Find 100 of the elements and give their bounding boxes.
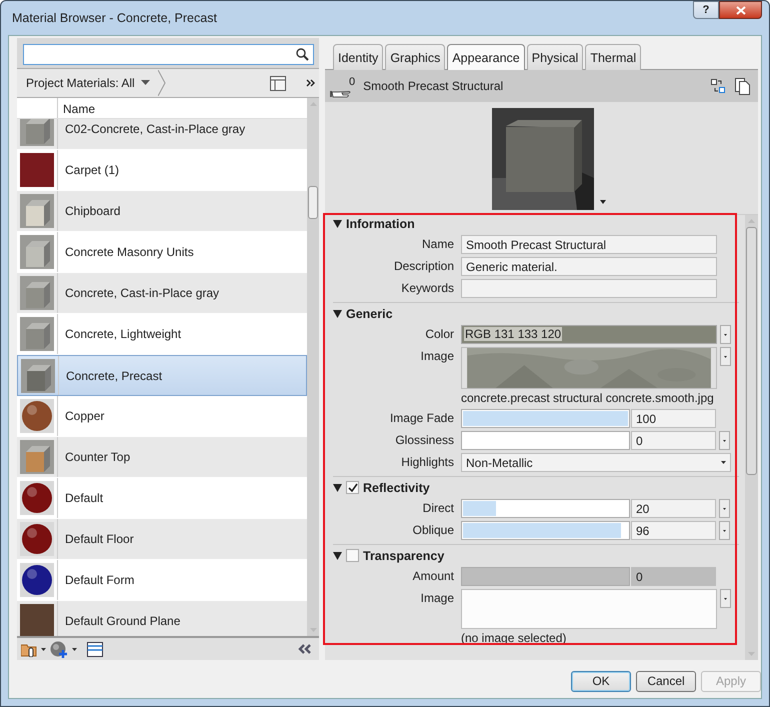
field-label: Image bbox=[420, 590, 455, 605]
caret-icon bbox=[723, 440, 726, 442]
material-row[interactable]: Concrete, Precast bbox=[17, 355, 307, 396]
sphere-icon bbox=[20, 522, 54, 556]
field-label: Image bbox=[420, 348, 455, 363]
caret-icon[interactable] bbox=[41, 648, 46, 650]
section-title[interactable]: Generic bbox=[346, 306, 393, 320]
slider[interactable] bbox=[461, 431, 630, 450]
field-label: Image Fade bbox=[388, 410, 455, 425]
sphere-add-icon[interactable] bbox=[50, 640, 68, 658]
sphere-icon bbox=[20, 399, 54, 433]
list-view-icon[interactable] bbox=[87, 642, 103, 656]
window-title: Material Browser - Concrete, Precast bbox=[12, 11, 218, 25]
section-title[interactable]: Transparency bbox=[363, 548, 444, 562]
field-label: Highlights bbox=[400, 454, 455, 469]
field-label: Direct bbox=[422, 500, 455, 515]
cube-icon bbox=[20, 440, 54, 474]
text-field[interactable]: Smooth Precast Structural bbox=[461, 235, 717, 254]
material-row[interactable]: Default Floor bbox=[17, 519, 307, 560]
expand-toggle-icon[interactable] bbox=[333, 310, 342, 318]
expand-toggle-icon[interactable] bbox=[333, 484, 342, 492]
section-title[interactable]: Information bbox=[346, 216, 415, 230]
swap-icon[interactable] bbox=[711, 79, 725, 93]
value-field[interactable]: 96 bbox=[631, 521, 716, 540]
value-field[interactable]: 20 bbox=[631, 499, 716, 518]
file-name: concrete.precast structural concrete.smooth.jpg bbox=[461, 391, 715, 405]
sphere-icon bbox=[20, 481, 54, 515]
field-label: Color bbox=[424, 326, 455, 341]
field-label: Description bbox=[392, 258, 455, 273]
scroll-thumb[interactable] bbox=[746, 227, 757, 475]
material-row[interactable]: Default Ground Plane bbox=[17, 601, 307, 636]
caret-icon bbox=[140, 80, 150, 86]
caret-icon bbox=[721, 461, 726, 464]
tab[interactable]: Appearance bbox=[447, 44, 525, 71]
expand-toggle-icon[interactable] bbox=[333, 220, 342, 228]
options-button[interactable] bbox=[720, 589, 731, 608]
options-button[interactable] bbox=[719, 431, 730, 450]
column-header[interactable]: Name bbox=[58, 98, 96, 118]
caret-icon bbox=[723, 508, 726, 510]
folder-icon[interactable] bbox=[21, 642, 37, 656]
slider[interactable] bbox=[461, 521, 630, 540]
checkbox[interactable] bbox=[346, 481, 359, 494]
slider[interactable] bbox=[461, 409, 630, 428]
cube-icon bbox=[20, 276, 54, 310]
usage-count: 0 bbox=[349, 76, 356, 88]
check-icon bbox=[348, 483, 358, 492]
material-row[interactable]: Chipboard bbox=[17, 191, 307, 232]
tab[interactable]: Thermal bbox=[585, 44, 642, 70]
cube-icon bbox=[20, 235, 54, 269]
cube-icon bbox=[20, 119, 54, 146]
expand-toggle-icon[interactable] bbox=[333, 552, 342, 560]
sphere-icon bbox=[20, 563, 54, 597]
checkbox[interactable] bbox=[346, 549, 359, 562]
caret-icon bbox=[724, 356, 727, 358]
cube-icon bbox=[21, 358, 55, 392]
search-field[interactable] bbox=[23, 44, 314, 65]
asset-name: Smooth Precast Structural bbox=[363, 79, 504, 93]
scroll-thumb[interactable] bbox=[308, 186, 318, 219]
section-title[interactable]: Reflectivity bbox=[363, 480, 430, 494]
tab[interactable]: Physical bbox=[526, 44, 584, 70]
panel-layout-icon[interactable] bbox=[270, 76, 286, 90]
material-row[interactable]: Concrete, Cast-in-Place gray bbox=[17, 273, 307, 314]
search-icon[interactable] bbox=[296, 48, 309, 61]
cube-icon bbox=[20, 194, 54, 228]
help-button[interactable]: ? bbox=[693, 1, 719, 19]
collapse-icon[interactable] bbox=[298, 644, 311, 654]
caret-icon bbox=[724, 334, 727, 336]
options-button[interactable] bbox=[719, 521, 730, 540]
tab[interactable]: Identity bbox=[333, 44, 384, 70]
image-slot[interactable] bbox=[461, 589, 717, 629]
scrollbar[interactable] bbox=[745, 215, 758, 660]
field-label: Keywords bbox=[400, 280, 455, 295]
field-label: Amount bbox=[412, 568, 455, 583]
slider[interactable] bbox=[461, 499, 630, 518]
swatch-icon bbox=[20, 153, 54, 187]
dialog-button[interactable]: OK bbox=[571, 670, 631, 692]
close-icon bbox=[736, 6, 746, 14]
tab[interactable]: Graphics bbox=[385, 44, 446, 70]
options-button[interactable] bbox=[720, 325, 731, 344]
cube-icon bbox=[20, 317, 54, 351]
copy-icon[interactable] bbox=[735, 78, 750, 94]
file-name: (no image selected) bbox=[461, 631, 568, 645]
text-field[interactable]: Generic material. bbox=[461, 257, 717, 276]
text-field[interactable] bbox=[461, 279, 717, 298]
options-button[interactable] bbox=[720, 347, 731, 366]
material-row[interactable]: Counter Top bbox=[17, 437, 307, 478]
color-field[interactable]: RGB 131 133 120 bbox=[461, 325, 717, 344]
dropdown[interactable]: Non-Metallic bbox=[461, 453, 731, 472]
caret-icon[interactable] bbox=[600, 200, 606, 204]
material-row[interactable]: C02-Concrete, Cast-in-Place gray bbox=[17, 119, 307, 150]
caret-icon[interactable] bbox=[72, 648, 77, 650]
scrollbar[interactable] bbox=[307, 98, 319, 636]
options-button[interactable] bbox=[719, 499, 730, 518]
value-field[interactable]: 0 bbox=[631, 431, 716, 450]
value-field[interactable]: 100 bbox=[631, 409, 716, 428]
chevron-icon bbox=[158, 70, 166, 96]
field-label: Glossiness bbox=[394, 432, 455, 447]
dialog-button[interactable]: Cancel bbox=[636, 670, 696, 692]
close-button[interactable] bbox=[719, 1, 762, 19]
double-chevron-icon[interactable] bbox=[306, 79, 315, 87]
